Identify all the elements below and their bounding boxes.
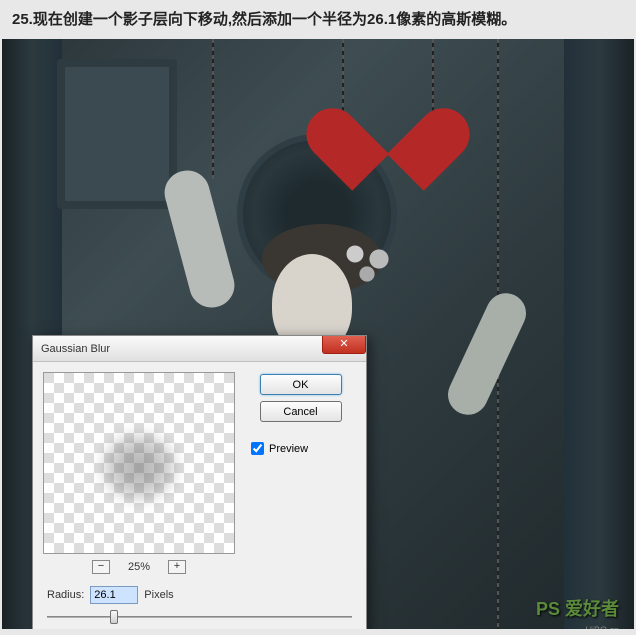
cancel-button[interactable]: Cancel bbox=[260, 401, 342, 422]
radius-unit: Pixels bbox=[144, 589, 173, 601]
bg-chain bbox=[212, 39, 214, 179]
figure-arm-left bbox=[160, 166, 240, 313]
watermark-sub: UiBO.cn bbox=[585, 625, 619, 629]
preview-checkbox-row[interactable]: Preview bbox=[251, 442, 356, 455]
dialog-title: Gaussian Blur bbox=[41, 343, 110, 355]
slider-thumb[interactable] bbox=[110, 610, 118, 624]
radius-input[interactable] bbox=[90, 586, 138, 604]
close-button[interactable]: ✕ bbox=[322, 336, 366, 354]
bg-pillar-right bbox=[564, 39, 634, 629]
zoom-level: 25% bbox=[128, 561, 150, 573]
dialog-titlebar[interactable]: Gaussian Blur ✕ bbox=[33, 336, 366, 362]
watermark: PS 爱好者 bbox=[536, 595, 619, 621]
zoom-out-button[interactable]: − bbox=[92, 560, 110, 574]
preview-checkbox[interactable] bbox=[251, 442, 264, 455]
slider-track-line bbox=[47, 616, 352, 618]
ok-button[interactable]: OK bbox=[260, 374, 342, 395]
preview-label: Preview bbox=[269, 443, 308, 455]
canvas-preview: PS 爱好者 UiBO.cn Gaussian Blur ✕ − 25% + O… bbox=[2, 39, 634, 629]
radius-slider[interactable] bbox=[47, 610, 352, 624]
bg-relief bbox=[57, 59, 177, 209]
figure-arm-right bbox=[441, 287, 532, 422]
heart-shape bbox=[337, 74, 437, 164]
zoom-in-button[interactable]: + bbox=[168, 560, 186, 574]
preview-blur-shape bbox=[84, 422, 194, 522]
gaussian-blur-dialog: Gaussian Blur ✕ − 25% + OK Cancel Previe bbox=[32, 335, 367, 629]
radius-label: Radius: bbox=[47, 589, 84, 601]
filter-preview[interactable] bbox=[43, 372, 235, 554]
step-instruction: 25.现在创建一个影子层向下移动,然后添加一个半径为26.1像素的高斯模糊。 bbox=[0, 0, 636, 39]
